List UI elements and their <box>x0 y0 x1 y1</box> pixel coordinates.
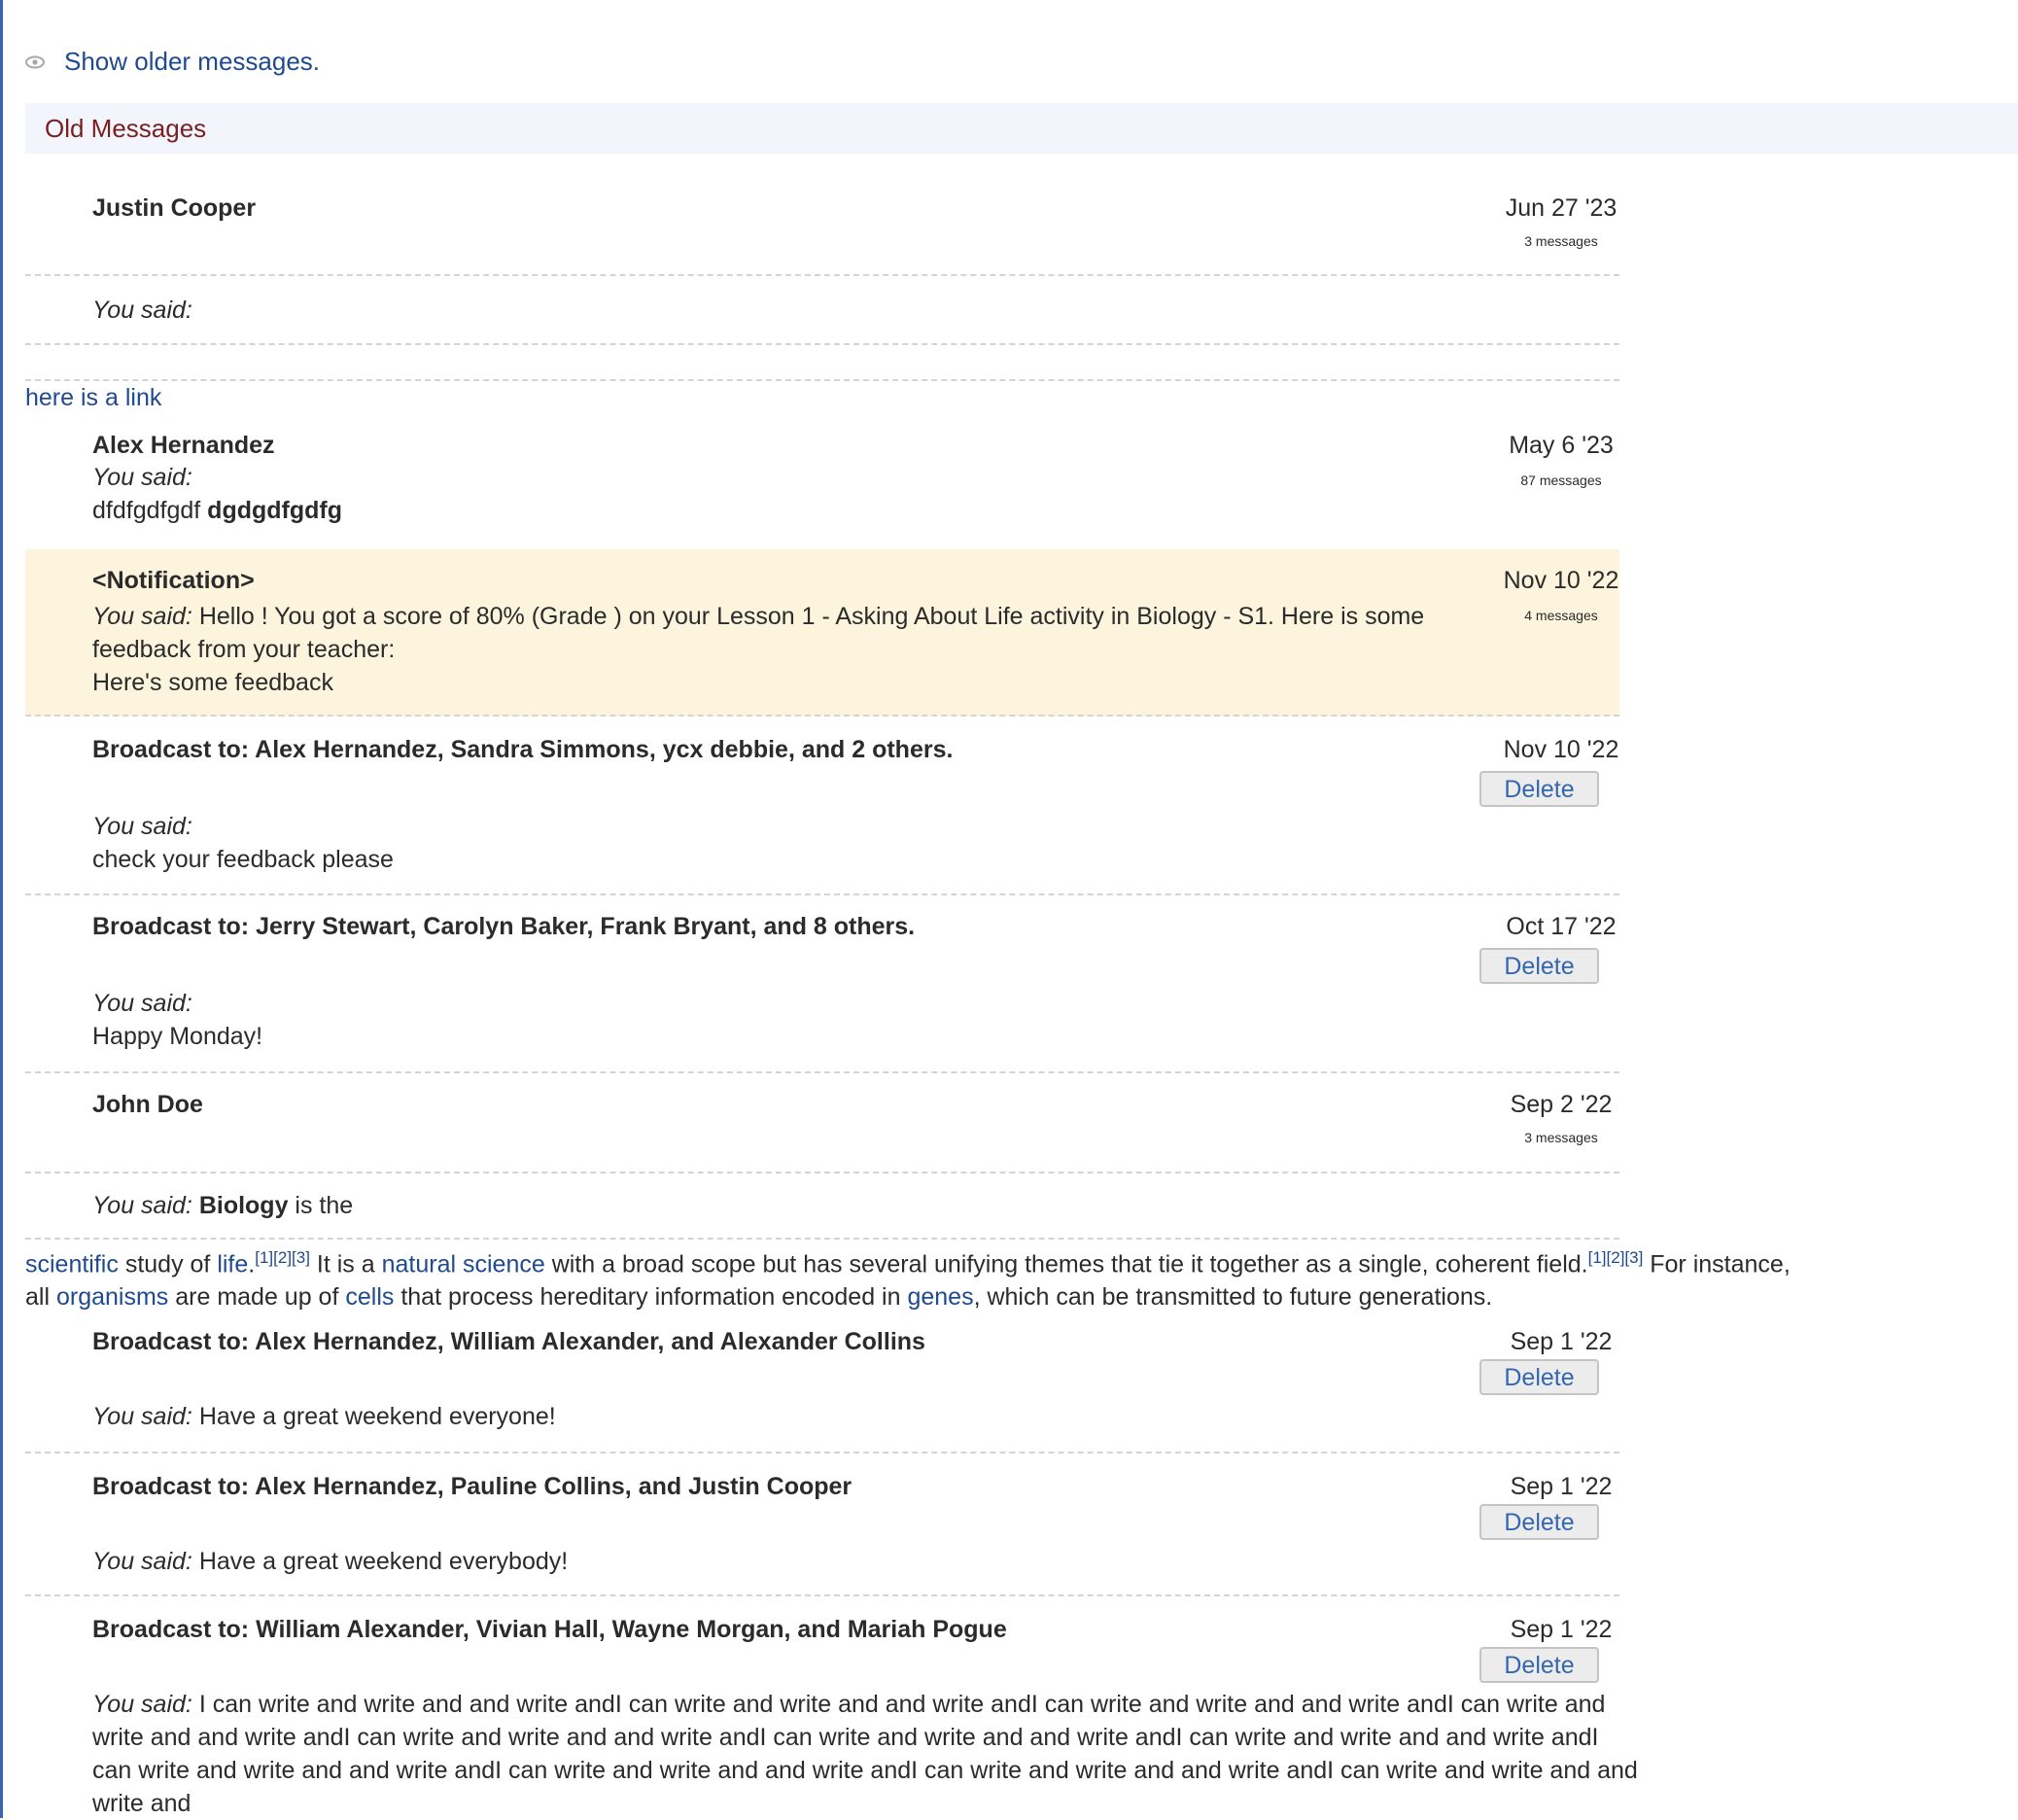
thread-sender: Broadcast to: Alex Hernandez, William Al… <box>92 1328 925 1355</box>
thread-broadcast[interactable]: Broadcast to: Alex Hernandez, William Al… <box>25 1312 1619 1453</box>
thread-sender: Broadcast to: Alex Hernandez, Sandra Sim… <box>92 736 954 763</box>
message-text: You said: Happy Monday! <box>92 990 263 1050</box>
thread-sender: Broadcast to: William Alexander, Vivian … <box>92 1616 1007 1643</box>
message-text: You said: Biology is the <box>92 1192 354 1219</box>
thread-sender: Justin Cooper <box>92 194 257 222</box>
thread-alex-hernandez[interactable]: Alex Hernandez You said: dfdfgdfgdf dgdg… <box>25 418 1619 549</box>
thread-sender: John Doe <box>92 1091 203 1118</box>
thread-date: Sep 1 '22 <box>1510 1473 1613 1500</box>
eye-icon <box>25 55 45 68</box>
link-organisms[interactable]: organisms <box>56 1283 168 1311</box>
thread-date: Sep 1 '22 <box>1510 1616 1613 1643</box>
message-count: 3 messages <box>1524 1130 1598 1145</box>
message-row: You said: <box>25 276 1619 345</box>
divider <box>25 347 1619 381</box>
message-text: You said: Have a great weekend everyone! <box>92 1403 556 1430</box>
link-cells[interactable]: cells <box>345 1283 394 1311</box>
here-is-a-link[interactable]: here is a link <box>25 381 161 414</box>
link-scientific[interactable]: scientific <box>25 1250 119 1278</box>
message-text: You said: Have a great weekend everybody… <box>92 1548 569 1575</box>
biology-paragraph: scientific study of life.[1][2][3] It is… <box>25 1248 1791 1312</box>
thread-broadcast[interactable]: Broadcast to: Alex Hernandez, Pauline Co… <box>25 1455 1619 1596</box>
thread-sender: Alex Hernandez <box>92 432 275 459</box>
left-border <box>0 0 3 1818</box>
thread-date: May 6 '23 <box>1509 432 1614 459</box>
message-count: 3 messages <box>1524 233 1598 249</box>
message-text: You said: check your feedback please <box>92 813 394 873</box>
old-messages-header: Old Messages <box>25 103 2018 154</box>
thread-broadcast[interactable]: Broadcast to: Jerry Stewart, Carolyn Bak… <box>25 895 1619 1073</box>
thread-date: Nov 10 '22 <box>1503 736 1619 763</box>
thread-john-doe[interactable]: John Doe Sep 2 '22 3 messages <box>25 1073 1619 1173</box>
delete-button[interactable]: Delete <box>1479 1359 1599 1395</box>
message-text: You said: I can write and write and and … <box>92 1691 1638 1817</box>
show-older-link[interactable]: Show older messages. <box>64 47 320 77</box>
thread-date: Sep 2 '22 <box>1510 1091 1613 1118</box>
thread-justin-cooper[interactable]: Justin Cooper Jun 27 '23 3 messages <box>25 154 1619 276</box>
message-text: You said: <box>92 297 192 324</box>
message-count: 4 messages <box>1524 608 1598 623</box>
delete-button[interactable]: Delete <box>1479 1504 1599 1540</box>
thread-date: Sep 1 '22 <box>1510 1328 1613 1355</box>
thread-date: Oct 17 '22 <box>1506 913 1617 940</box>
link-life[interactable]: life <box>217 1250 248 1278</box>
delete-button[interactable]: Delete <box>1479 1647 1599 1683</box>
delete-button[interactable]: Delete <box>1479 771 1599 807</box>
thread-sender: Broadcast to: Alex Hernandez, Pauline Co… <box>92 1473 852 1500</box>
thread-sender: Broadcast to: Jerry Stewart, Carolyn Bak… <box>92 913 916 940</box>
thread-notification[interactable]: <Notification> You said: Hello ! You got… <box>25 549 1619 717</box>
citation-refs[interactable]: [1][2][3] <box>255 1248 310 1267</box>
link-genes[interactable]: genes <box>907 1283 973 1311</box>
thread-broadcast[interactable]: Broadcast to: William Alexander, Vivian … <box>25 1598 1638 1818</box>
thread-date: Jun 27 '23 <box>1505 194 1618 222</box>
citation-refs[interactable]: [1][2][3] <box>1588 1248 1644 1267</box>
message-row: You said: Biology is the <box>25 1175 1619 1240</box>
link-natural-science[interactable]: natural science <box>382 1250 545 1278</box>
thread-broadcast[interactable]: Broadcast to: Alex Hernandez, Sandra Sim… <box>25 718 1619 895</box>
message-text: You said: dfdfgdfgdf dgdgdfgdfg <box>92 464 342 524</box>
thread-sender: <Notification> <box>92 567 255 594</box>
message-text: You said: Hello ! You got a score of 80%… <box>92 603 1425 696</box>
delete-button[interactable]: Delete <box>1479 948 1599 984</box>
show-older-messages[interactable]: Show older messages. <box>25 47 320 77</box>
message-count: 87 messages <box>1520 472 1602 488</box>
thread-date: Nov 10 '22 <box>1503 567 1619 594</box>
